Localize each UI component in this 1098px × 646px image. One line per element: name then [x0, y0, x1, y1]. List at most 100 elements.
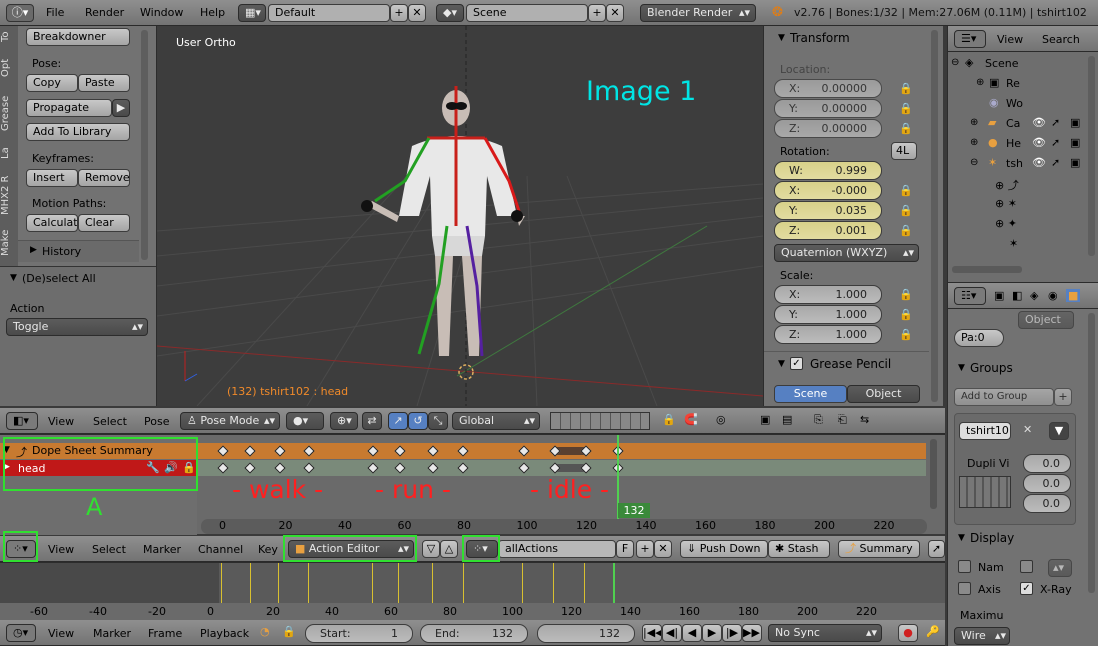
location-y-field[interactable]: Y: 0.00000	[774, 99, 882, 118]
view-menu[interactable]: View	[48, 415, 74, 428]
dupli-offset-y[interactable]: 0.0	[1023, 474, 1071, 493]
scale-manipulator[interactable]: ⤡	[428, 412, 448, 430]
push-down-button[interactable]: ⇓ Push Down	[680, 540, 768, 558]
outliner-item-armature[interactable]: ⊖ ✶ tsh 👁 ➚ ▣	[948, 155, 1098, 173]
dupli-offset-x[interactable]: 0.0	[1023, 454, 1071, 473]
remove-group-icon[interactable]: ✕	[1023, 423, 1032, 436]
pa-field[interactable]: Pa:0	[954, 329, 1004, 347]
lock-icon[interactable]: 🔒	[897, 121, 915, 137]
stash-button[interactable]: ✱ Stash	[768, 540, 830, 558]
location-z-field[interactable]: Z: 0.00000	[774, 119, 882, 138]
tab-options[interactable]: Opt	[0, 54, 16, 82]
outliner-item-scene[interactable]: ⊖ ◈ Scene	[948, 55, 1098, 73]
scene-icon[interactable]: ◆▾	[436, 4, 464, 22]
lock-icon[interactable]: 🔒	[897, 203, 915, 219]
propagate-menu-button[interactable]: ▶	[112, 99, 130, 117]
timeline-editor-icon[interactable]: ◷▾	[6, 624, 36, 642]
rotation-z-field[interactable]: Z: 0.001	[774, 221, 882, 240]
cursor-icon[interactable]: ➚	[1051, 116, 1060, 129]
unlink-action-button[interactable]: ✕	[654, 540, 672, 558]
props-scrollbar[interactable]	[1088, 313, 1095, 593]
display-header[interactable]: ▼ Display	[948, 529, 1088, 549]
play-button[interactable]: ▶	[702, 624, 722, 642]
select-menu[interactable]: Select	[93, 415, 127, 428]
object-data-select[interactable]: Object	[1018, 311, 1074, 329]
delete-layout-button[interactable]: ✕	[408, 4, 426, 22]
record-button[interactable]: ●	[898, 624, 918, 642]
timeline[interactable]: -60 -40 -20 0 20 40 60 80 100 120 140 160 180 200 220	[0, 562, 945, 621]
jump-key-prev-button[interactable]: ◀|	[662, 624, 682, 642]
layer-prev-button[interactable]: ▽	[422, 540, 440, 558]
add-to-library-button[interactable]: Add To Library	[26, 123, 130, 141]
collapse-arrow-icon[interactable]: ▼	[778, 33, 785, 43]
clear-paths-button[interactable]: Clear	[78, 214, 130, 232]
props-editor-icon[interactable]: ☷▾	[954, 287, 986, 305]
calculate-button[interactable]: Calculat	[26, 214, 78, 232]
pivot-select[interactable]: ⊕▾	[330, 412, 358, 430]
play-reverse-button[interactable]: ◀	[682, 624, 702, 642]
view-menu[interactable]: View	[48, 627, 74, 640]
collapse-arrow-icon[interactable]: ▼	[10, 273, 17, 283]
menu-render[interactable]: Render	[85, 6, 124, 19]
fake-user-button[interactable]: F	[616, 540, 634, 558]
tab-grease[interactable]: Grease	[0, 90, 16, 136]
bounds-select[interactable]: ▴▾	[1048, 559, 1072, 577]
new-action-button[interactable]: +	[636, 540, 654, 558]
dopesheet-vscrollbar[interactable]	[930, 439, 937, 509]
current-frame-badge[interactable]: 132	[618, 503, 650, 518]
playback-menu[interactable]: Playback	[200, 627, 249, 640]
grease-object-button[interactable]: Object	[847, 385, 920, 403]
add-scene-button[interactable]: +	[588, 4, 606, 22]
lock-icon[interactable]: 🔒	[897, 101, 915, 117]
eye-icon[interactable]: 👁	[1032, 136, 1046, 149]
eye-icon[interactable]: 👁	[1032, 116, 1046, 129]
grease-pencil-header[interactable]: ▼ ✓ Grease Pencil	[764, 351, 929, 373]
name-checkbox[interactable]	[958, 560, 971, 573]
outliner-editor-icon[interactable]: ☰▾	[954, 30, 986, 48]
jump-end-button[interactable]: ▶▶|	[742, 624, 762, 642]
dupli-layers-icon[interactable]	[959, 476, 1011, 508]
render-tab-icon[interactable]: ▣	[994, 289, 1004, 302]
group-name-field[interactable]: tshirt10	[959, 422, 1011, 440]
render-icon[interactable]: ▣	[1070, 156, 1080, 169]
breakdowner-button[interactable]: Breakdowner	[26, 28, 130, 46]
lock-icon[interactable]: 🔒	[282, 625, 296, 638]
scene-tab-icon[interactable]: ◈	[1030, 289, 1038, 302]
outliner-vscrollbar[interactable]	[1088, 56, 1095, 256]
rotation-w-field[interactable]: W: 0.999	[774, 161, 882, 180]
add-group-plus-button[interactable]: +	[1054, 388, 1072, 406]
cursor-icon[interactable]: ➚	[1051, 136, 1060, 149]
groups-header[interactable]: ▼ Groups	[948, 359, 1088, 379]
current-frame-field[interactable]: 132	[537, 624, 635, 643]
dopesheet-ruler[interactable]: 0 20 40 60 80 100 120 140 160 180 200 220	[201, 519, 927, 534]
lock-icon[interactable]: 🔒	[897, 223, 915, 239]
marker-menu[interactable]: Marker	[93, 627, 131, 640]
paste-pose-icon[interactable]: ⎗	[838, 413, 847, 427]
cursor-icon[interactable]: ➚	[1051, 156, 1060, 169]
tab-tools[interactable]: To	[0, 26, 16, 48]
layer-buttons[interactable]	[550, 412, 650, 430]
outliner-item-camera[interactable]: ⊕ ▰ Ca 👁 ➚ ▣	[948, 115, 1098, 133]
modifier-child-icon[interactable]: ⊕ ✦	[995, 217, 1017, 230]
screen-layout-field[interactable]: Default	[268, 4, 390, 22]
render-icon[interactable]: ▣	[1070, 116, 1080, 129]
menu-file[interactable]: File	[46, 6, 64, 19]
dupli-offset-z[interactable]: 0.0	[1023, 494, 1071, 513]
outliner-item-lamp[interactable]: ⊕ ● He 👁 ➚ ▣	[948, 135, 1098, 153]
xray-checkbox[interactable]: ✓	[1020, 582, 1033, 595]
marker-menu[interactable]: Marker	[143, 543, 181, 556]
keying-set-icon[interactable]: 🔑	[926, 625, 940, 638]
location-x-field[interactable]: X: 0.00000	[774, 79, 882, 98]
lock-icon[interactable]: 🔒	[897, 287, 915, 303]
orientation-select[interactable]: Global ▴▾	[452, 412, 540, 430]
outliner-search-menu[interactable]: Search	[1042, 33, 1080, 46]
action-name-field[interactable]: allActions	[498, 540, 616, 558]
select-menu[interactable]: Select	[92, 543, 126, 556]
key-menu[interactable]: Key	[258, 543, 278, 556]
shading-select[interactable]: ●▾	[286, 412, 324, 430]
npanel-scrollbar[interactable]	[931, 30, 938, 402]
mode-select[interactable]: ♙ Pose Mode ▴▾	[180, 412, 280, 430]
screen-layout-icon[interactable]: ▦▾	[238, 4, 266, 22]
rotation-x-field[interactable]: X: -0.000	[774, 181, 882, 200]
sync-select[interactable]: No Sync ▴▾	[768, 624, 882, 642]
